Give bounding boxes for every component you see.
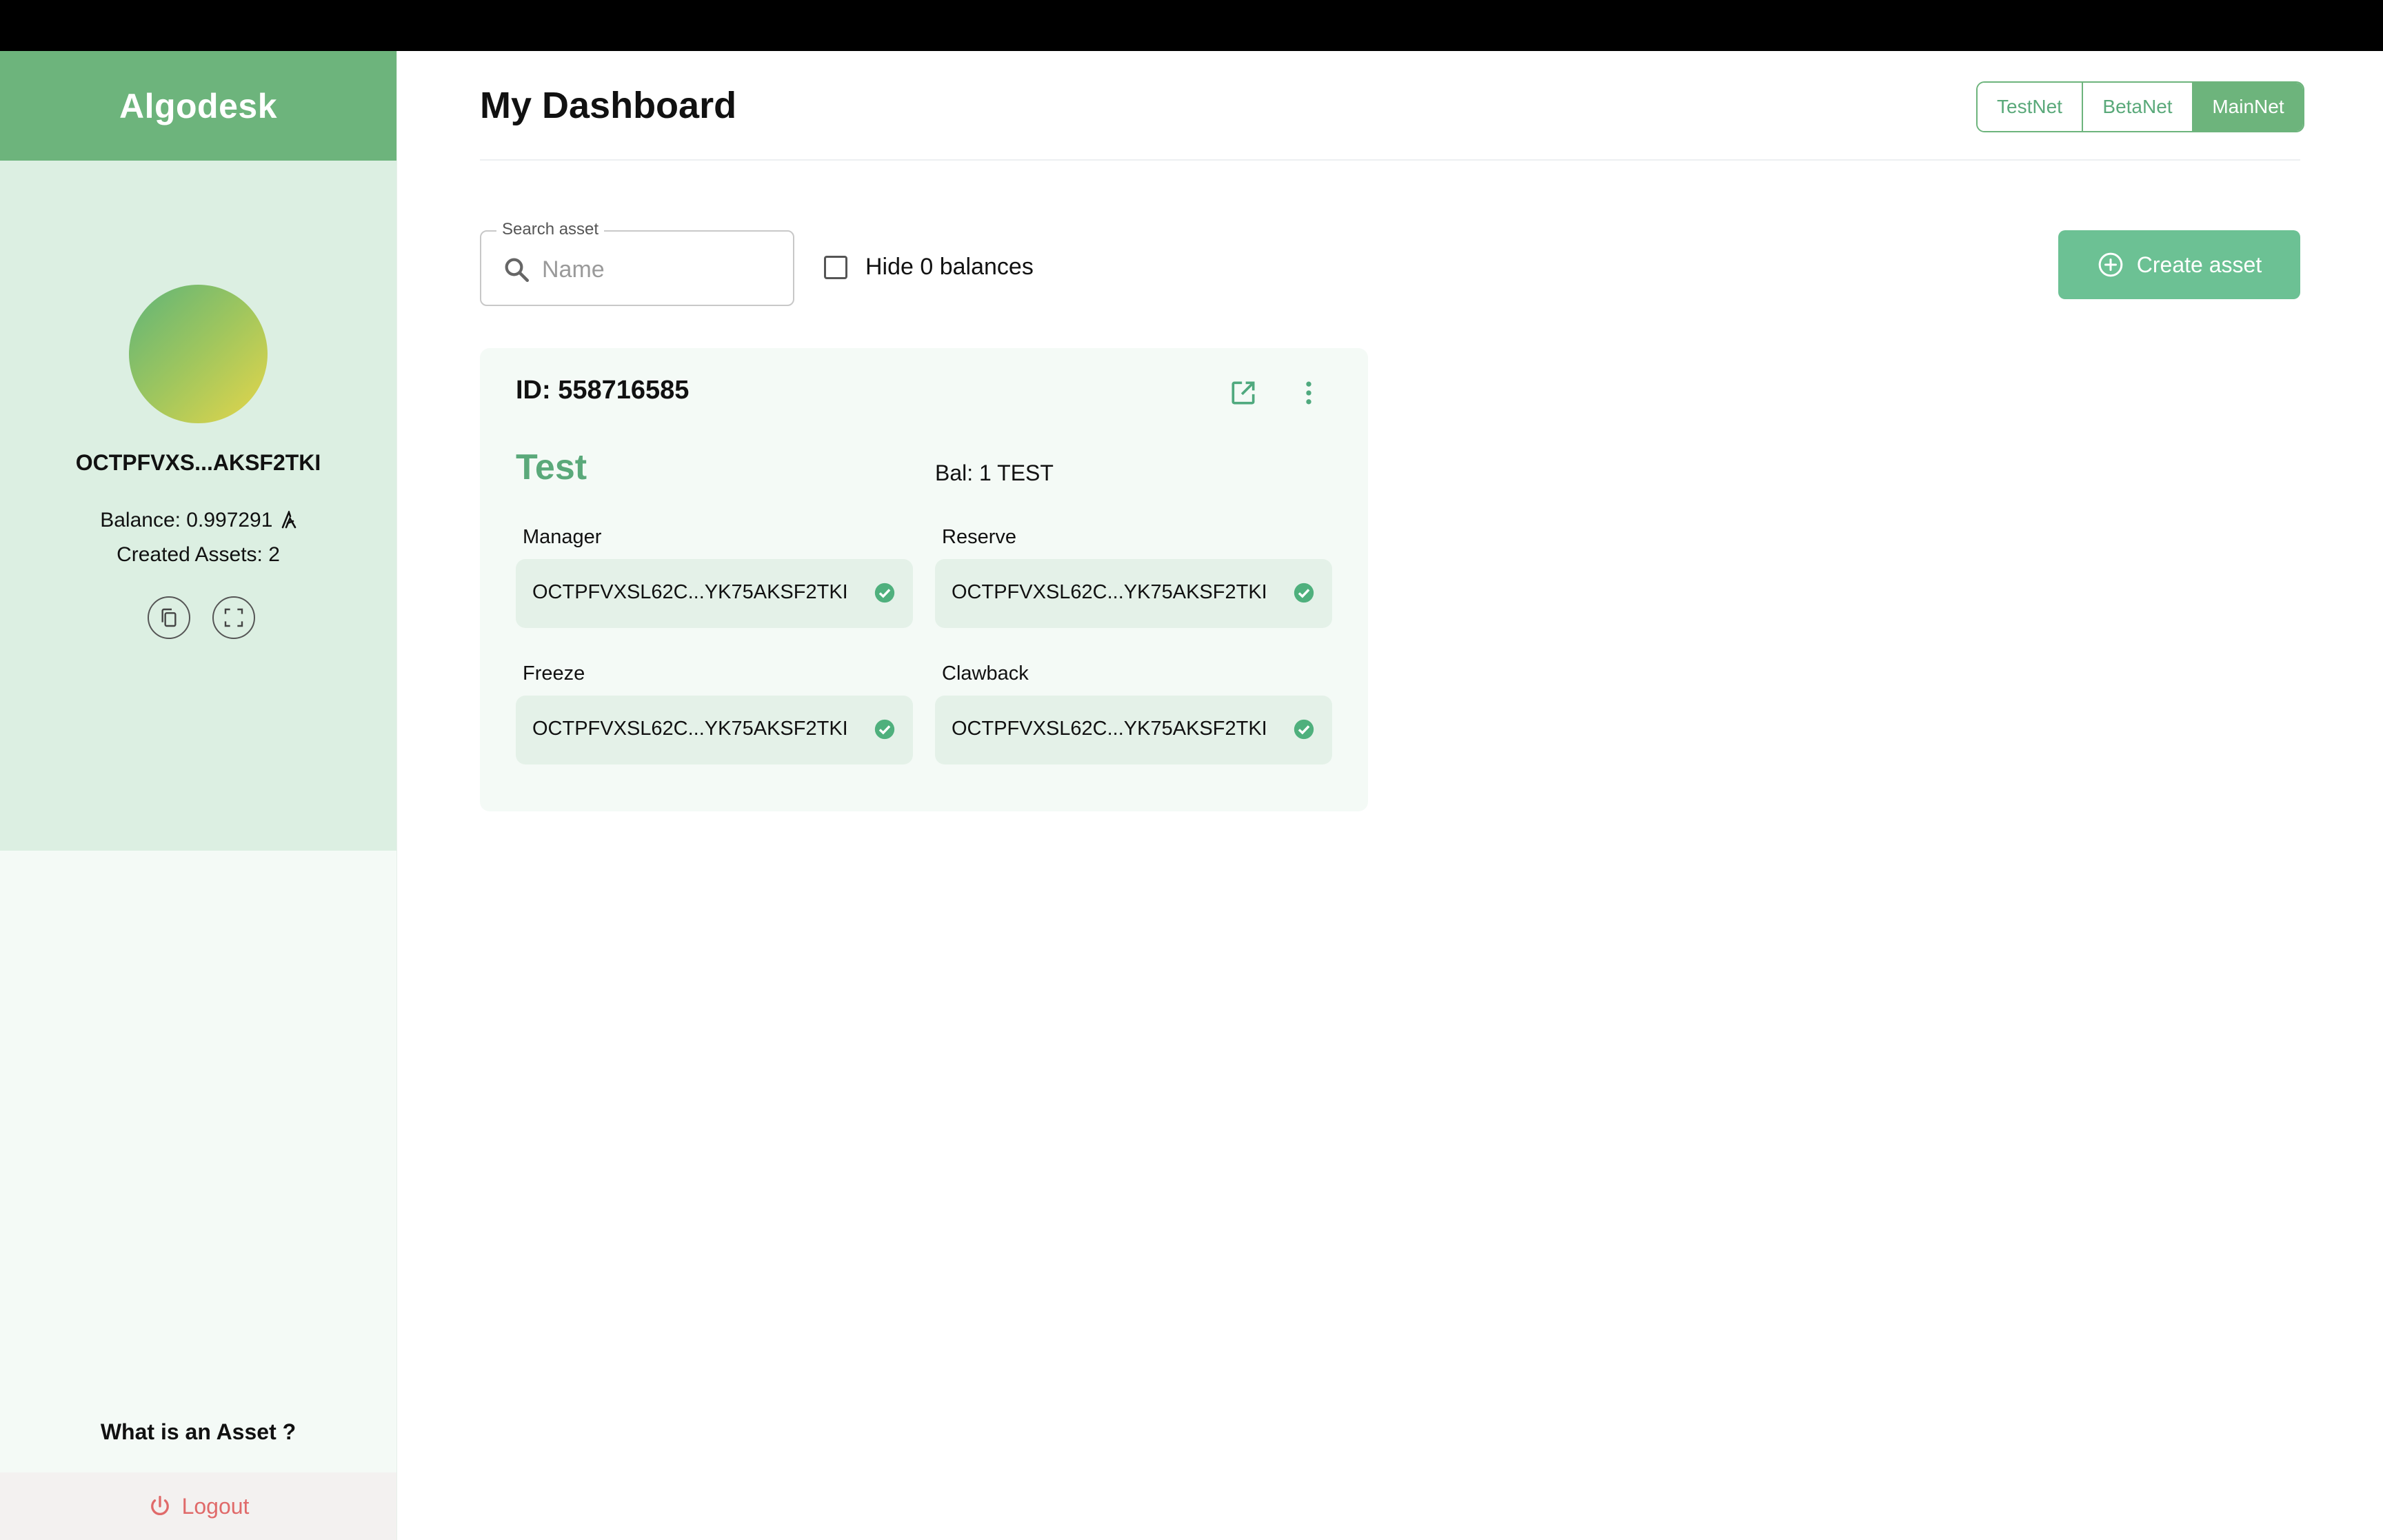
clawback-label: Clawback xyxy=(942,662,1029,685)
sidebar: Algodesk OCTPFVXS...AKSF2TKI Balance: 0.… xyxy=(0,51,397,1540)
header-divider xyxy=(480,159,2300,161)
clawback-address: OCTPFVXSL62C...YK75AKSF2TKI xyxy=(952,718,1267,740)
clawback-field[interactable]: OCTPFVXSL62C...YK75AKSF2TKI xyxy=(935,696,1332,764)
copy-address-button[interactable] xyxy=(148,596,190,639)
network-mainnet[interactable]: MainNet xyxy=(2192,83,2303,131)
asset-id: ID: 558716585 xyxy=(516,376,690,405)
app-logo-text: Algodesk xyxy=(119,86,278,125)
hide-zero-balances[interactable]: Hide 0 balances xyxy=(824,254,1034,281)
logout-button[interactable]: Logout xyxy=(0,1472,396,1540)
network-testnet[interactable]: TestNet xyxy=(1978,83,2082,131)
account-address: OCTPFVXS...AKSF2TKI xyxy=(75,450,321,475)
create-asset-button[interactable]: Create asset xyxy=(2058,230,2300,299)
asset-balance: Bal: 1 TEST xyxy=(935,460,1054,485)
asset-name: Test xyxy=(516,447,587,487)
hide-zero-label: Hide 0 balances xyxy=(865,254,1034,280)
network-betanet[interactable]: BetaNet xyxy=(2082,83,2192,131)
asset-card: ID: 558716585 Test Bal: 1 TEST Manager O… xyxy=(480,348,1368,811)
reserve-label: Reserve xyxy=(942,526,1016,548)
algo-icon xyxy=(281,509,296,529)
account-balance-text: Balance: 0.997291 xyxy=(100,509,273,531)
more-vert-icon[interactable] xyxy=(1294,378,1324,408)
power-icon xyxy=(150,1495,169,1516)
qr-code-button[interactable] xyxy=(212,596,255,639)
manager-address: OCTPFVXSL62C...YK75AKSF2TKI xyxy=(532,581,848,603)
freeze-address: OCTPFVXSL62C...YK75AKSF2TKI xyxy=(532,718,848,740)
logout-label: Logout xyxy=(181,1493,250,1519)
manager-field[interactable]: OCTPFVXSL62C...YK75AKSF2TKI xyxy=(516,559,913,628)
check-circle-icon xyxy=(874,719,895,740)
what-is-asset-link[interactable]: What is an Asset ? xyxy=(0,1419,396,1445)
page-title: My Dashboard xyxy=(480,85,737,126)
search-icon xyxy=(505,258,530,283)
reserve-address: OCTPFVXSL62C...YK75AKSF2TKI xyxy=(952,581,1267,603)
search-input[interactable] xyxy=(541,251,778,288)
avatar xyxy=(129,285,268,423)
top-bar xyxy=(0,0,2383,51)
plus-circle-icon xyxy=(2098,252,2123,277)
network-selector: TestNet BetaNet MainNet xyxy=(1976,81,2304,132)
hide-zero-checkbox[interactable] xyxy=(824,255,847,279)
manager-label: Manager xyxy=(523,526,602,548)
search-label: Search asset xyxy=(496,220,605,239)
account-panel: OCTPFVXS...AKSF2TKI Balance: 0.997291 Cr… xyxy=(0,161,396,851)
open-external-icon[interactable] xyxy=(1228,378,1258,408)
check-circle-icon xyxy=(1294,582,1314,603)
search-field: Search asset xyxy=(480,220,794,306)
qr-scan-icon xyxy=(224,608,243,627)
brand-header: Algodesk xyxy=(0,51,396,161)
reserve-field[interactable]: OCTPFVXSL62C...YK75AKSF2TKI xyxy=(935,559,1332,628)
check-circle-icon xyxy=(1294,719,1314,740)
check-circle-icon xyxy=(874,582,895,603)
create-asset-label: Create asset xyxy=(2136,252,2262,277)
freeze-field[interactable]: OCTPFVXSL62C...YK75AKSF2TKI xyxy=(516,696,913,764)
created-assets-count: Created Assets: 2 xyxy=(117,543,280,566)
freeze-label: Freeze xyxy=(523,662,585,685)
account-balance: Balance: 0.997291 xyxy=(0,509,396,532)
copy-icon xyxy=(161,608,177,627)
